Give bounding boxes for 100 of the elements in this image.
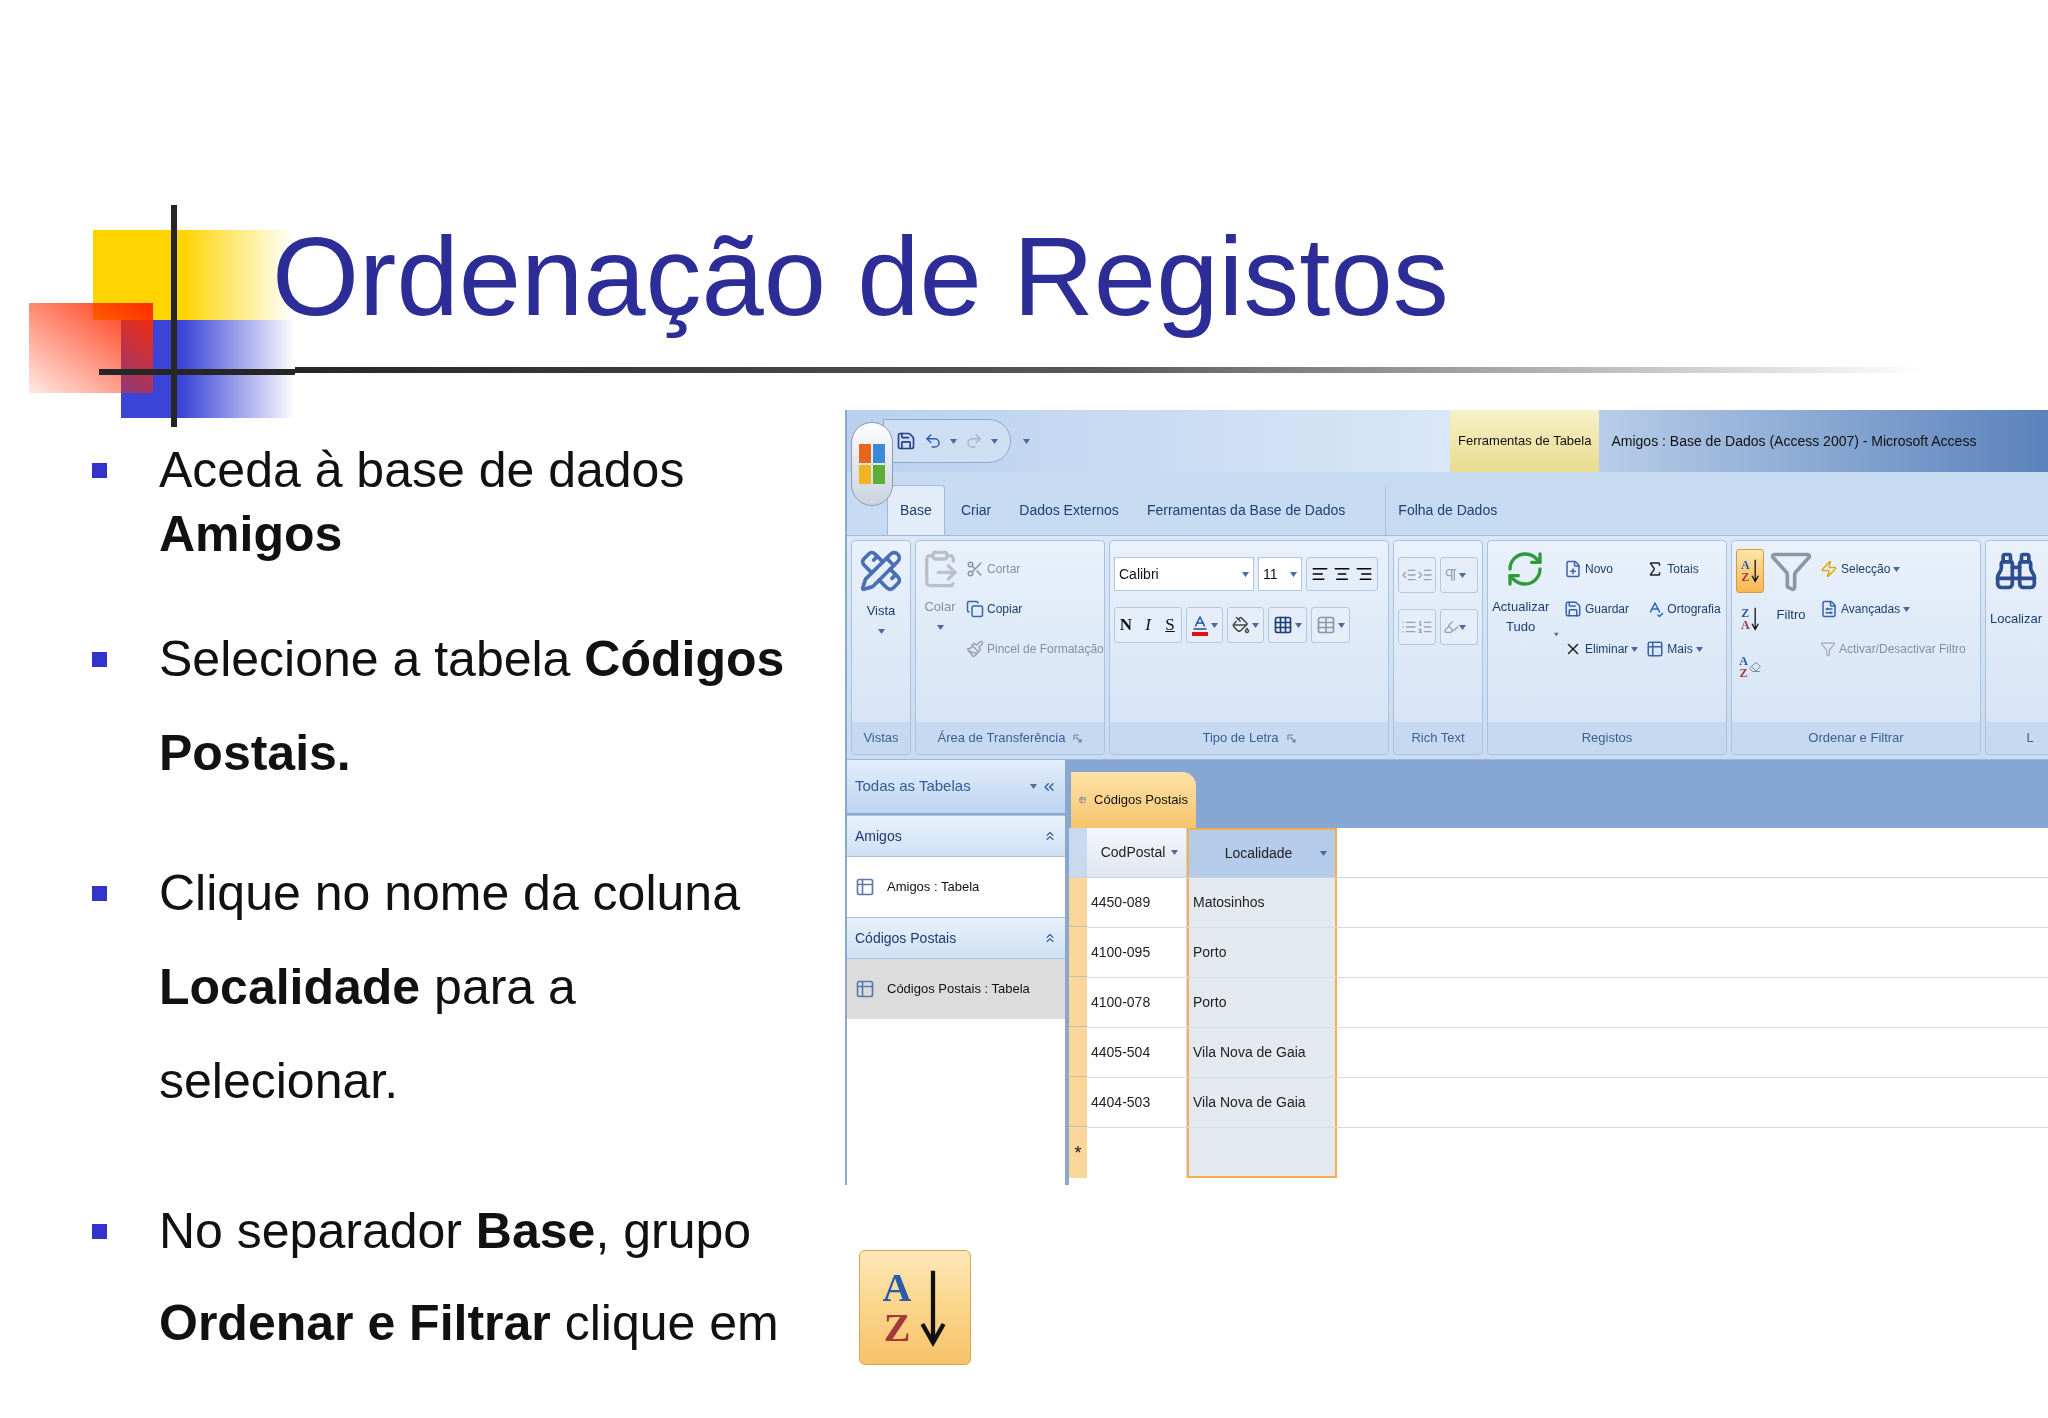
pane-title: Todas as Tabelas [855, 776, 971, 797]
align-center-icon[interactable] [1333, 565, 1351, 583]
bullet-square [92, 462, 107, 478]
nav-group-header[interactable]: Amigos [847, 815, 1065, 857]
ribbon-button[interactable]: Avançadas [1818, 589, 1968, 629]
ribbon-button[interactable]: Totais [1644, 549, 1723, 589]
copy-icon [966, 600, 984, 618]
highlight-button[interactable] [1440, 609, 1478, 645]
caret-icon [1320, 851, 1327, 856]
sort-button[interactable]: A Z [1736, 549, 1764, 593]
ribbon-tab[interactable]: Folha de Dados [1385, 485, 1510, 535]
paragraph-button[interactable] [1440, 557, 1478, 593]
save-icon [1564, 600, 1582, 618]
ribbon-button[interactable]: Copiar [964, 589, 1106, 629]
ribbon-button[interactable]: Selecção [1818, 549, 1968, 589]
caret-icon [1030, 784, 1037, 789]
caret-icon [1295, 622, 1302, 628]
sort-letter: A [1740, 559, 1750, 571]
context-tab-label: Ferramentas de Tabela [1458, 432, 1592, 451]
ribbon-tab[interactable]: Base [887, 485, 945, 535]
nav-item[interactable]: Códigos Postais : Tabela [847, 959, 1065, 1019]
group-label: Ordenar e Filtrar [1808, 729, 1904, 748]
table-icon [855, 979, 875, 999]
group-label: Tipo de Letra [1202, 729, 1279, 748]
text-style-button[interactable]: I [1137, 612, 1159, 638]
scissors-icon [966, 560, 984, 578]
ribbon-button[interactable]: Guardar [1562, 589, 1641, 629]
funnel-icon [1820, 641, 1836, 657]
caret-icon [1631, 646, 1639, 652]
ribbon-button[interactable]: Ortografia [1644, 589, 1723, 629]
column-header[interactable]: Localidade [1187, 828, 1337, 877]
column-header[interactable]: CodPostal [1087, 828, 1187, 877]
fill-color-button[interactable] [1227, 607, 1264, 643]
numbered-list-icon [1417, 619, 1433, 635]
sort-button[interactable]: A Z [1736, 645, 1764, 689]
font-name-field[interactable]: Calibri [1114, 557, 1254, 591]
slide-title: Ordenação de Registos [272, 213, 1449, 341]
indent-buttons[interactable] [1398, 557, 1436, 593]
undo-icon[interactable] [924, 432, 942, 450]
window-title: Amigos : Base de Dados (Access 2007) - Microsoft Access [1611, 431, 1977, 451]
chevrons-up-icon [1043, 931, 1057, 945]
caret-icon [1211, 622, 1218, 628]
ribbon-tab[interactable]: Criar [948, 485, 1004, 535]
view-button[interactable]: Vista [856, 549, 906, 634]
caret-icon [877, 628, 885, 634]
caret-icon [1554, 632, 1560, 637]
group-label: Vistas [863, 729, 899, 748]
document-tab[interactable]: Códigos Postais [1071, 772, 1196, 828]
redo-icon[interactable] [965, 432, 983, 450]
bullet-square [92, 1223, 107, 1239]
text-style-button[interactable]: S [1159, 612, 1181, 638]
group-label: Rich Text [1411, 729, 1465, 748]
table-cell: Porto [1187, 978, 1337, 1027]
outdent-icon [1401, 567, 1417, 583]
caret-icon [950, 438, 957, 444]
text-style-button[interactable]: N [1115, 612, 1137, 638]
dialog-launcher-icon[interactable] [1073, 733, 1083, 743]
office-button[interactable] [851, 422, 893, 506]
sort-button[interactable]: Z A [1736, 597, 1764, 641]
row-color-button[interactable] [1311, 607, 1350, 643]
dialog-launcher-icon[interactable] [1286, 733, 1296, 743]
sort-letter: Z [1741, 571, 1750, 583]
bullet-square [92, 651, 107, 667]
gridlines-button[interactable] [1268, 607, 1307, 643]
eraser-icon [1748, 661, 1761, 673]
grid-icon [1273, 615, 1293, 635]
font-color-button[interactable] [1186, 607, 1223, 643]
indent-icon [1417, 567, 1433, 583]
nav-group-header[interactable]: Códigos Postais [847, 917, 1065, 959]
refresh-all-button[interactable]: Actualizar Tudo [1492, 549, 1558, 637]
sort-letter: A [1740, 619, 1750, 631]
save-icon[interactable] [896, 431, 916, 451]
caret-icon [1290, 571, 1297, 577]
bullet-text: Selecione a tabela Códigos Postais. [159, 630, 786, 783]
align-left-icon[interactable] [1311, 565, 1329, 583]
arrow-down-icon [1750, 559, 1760, 583]
font-size-field[interactable]: 11 [1258, 557, 1302, 591]
list-buttons[interactable] [1398, 609, 1436, 645]
caret-icon [1023, 438, 1030, 444]
ribbon-button[interactable]: Eliminar [1562, 629, 1641, 669]
pencil-ruler-icon [859, 549, 903, 593]
pilcrow-icon [1443, 567, 1459, 583]
arrow-down-icon [1750, 607, 1760, 631]
select-all-cell[interactable] [1069, 828, 1087, 877]
ribbon-button[interactable]: Mais [1644, 629, 1723, 669]
ribbon-tab[interactable]: Ferramentas da Base de Dados [1134, 485, 1358, 535]
ribbon-button[interactable]: Novo [1562, 549, 1641, 589]
filter-button[interactable]: Filtro [1768, 549, 1814, 625]
sort-letter: Z [1741, 607, 1750, 619]
caret-icon [1695, 646, 1703, 652]
align-right-icon[interactable] [1355, 565, 1373, 583]
group-label: Registos [1581, 729, 1633, 748]
paintbrush-icon [966, 640, 984, 658]
find-button[interactable]: Localizar [1990, 549, 2043, 629]
caret-icon [1171, 850, 1178, 855]
group-label: Área de Transferência [937, 729, 1066, 748]
ribbon-tab[interactable]: Dados Externos [1007, 485, 1131, 535]
sort-letter: Z [1739, 667, 1748, 679]
caret-icon [1903, 606, 1911, 612]
sort-letter: A [1739, 655, 1748, 667]
